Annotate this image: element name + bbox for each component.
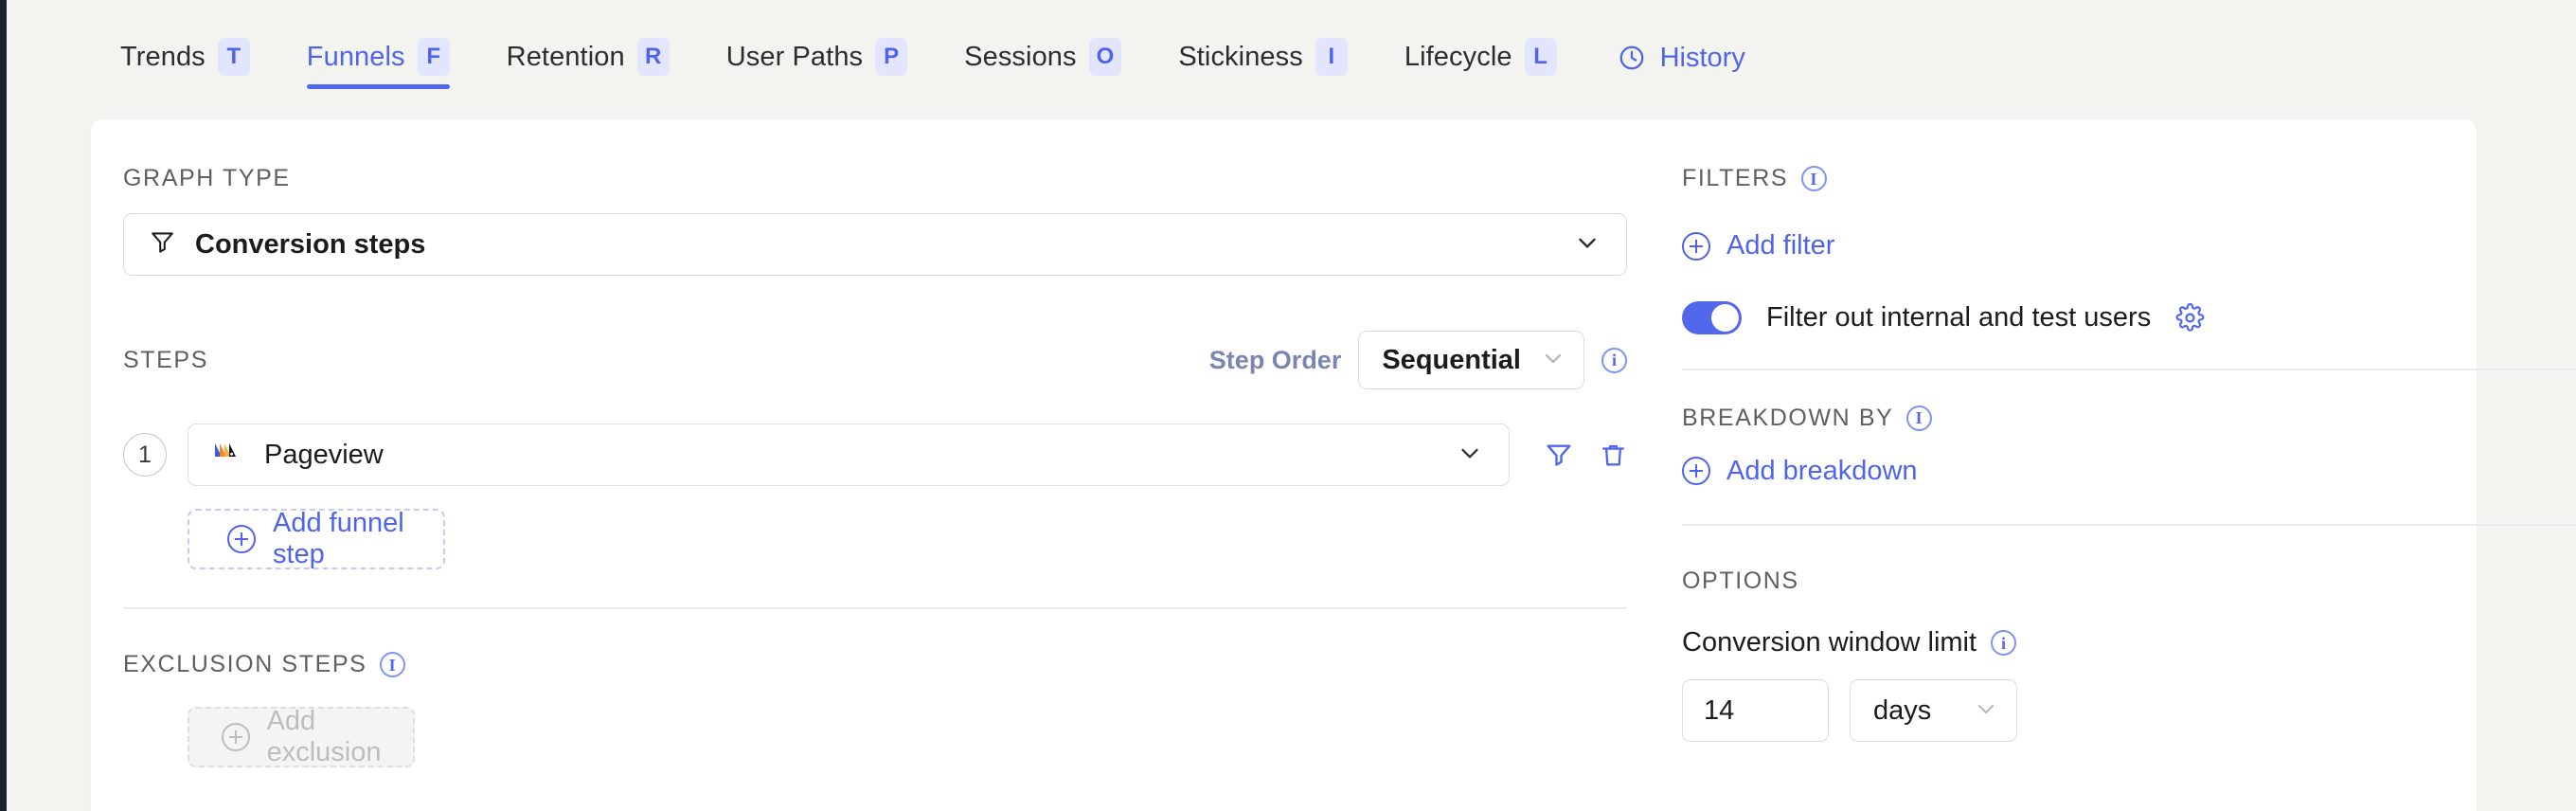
app-sidebar-edge — [0, 0, 7, 811]
step-number-badge: 1 — [123, 433, 167, 477]
filter-internal-users-label: Filter out internal and test users — [1766, 302, 2151, 333]
add-filter-button[interactable]: Add filter — [1682, 230, 1834, 261]
tab-funnels[interactable]: Funnels F — [278, 0, 478, 114]
add-filter-label: Add filter — [1726, 230, 1834, 261]
tab-label: Retention — [507, 42, 625, 73]
filters-info-icon[interactable]: i — [1801, 166, 1827, 191]
exclusion-steps-section-label: EXCLUSION STEPS i — [123, 651, 1628, 678]
insight-filters-card: GRAPH TYPE Conversion steps STEPS Step O… — [91, 119, 2477, 811]
tab-sessions[interactable]: Sessions O — [936, 0, 1150, 114]
filters-label-text: FILTERS — [1682, 165, 1788, 192]
plus-circle-icon — [222, 723, 250, 751]
graph-type-section-label: GRAPH TYPE — [123, 165, 1628, 192]
exclusion-steps-info-icon[interactable]: i — [380, 652, 405, 677]
tab-label: Funnels — [307, 42, 405, 73]
steps-header-row: STEPS Step Order Sequential i — [123, 331, 1627, 389]
conversion-window-value-input[interactable] — [1682, 679, 1829, 742]
filter-internal-users-toggle[interactable] — [1682, 301, 1742, 334]
step-order-label: Step Order — [1209, 346, 1342, 375]
conversion-window-controls: days — [1682, 679, 2576, 742]
insight-type-tabbar: Trends T Funnels F Retention R User Path… — [7, 0, 2576, 114]
graph-type-value: Conversion steps — [195, 229, 425, 261]
gear-icon[interactable] — [2175, 303, 2205, 333]
step-event-select[interactable]: Pageview — [188, 424, 1510, 486]
tab-lifecycle[interactable]: Lifecycle L — [1376, 0, 1585, 114]
tab-shortcut-key: R — [637, 38, 670, 76]
filters-header-row: FILTERS i — [1682, 165, 2576, 206]
toggle-knob — [1711, 304, 1739, 332]
funnel-icon — [149, 228, 176, 261]
tab-retention[interactable]: Retention R — [478, 0, 698, 114]
exclusion-steps-label-text: EXCLUSION STEPS — [123, 651, 367, 678]
conversion-window-limit-label: Conversion window limit i — [1682, 627, 2576, 658]
tab-shortcut-key: O — [1089, 38, 1122, 76]
right-divider-1 — [1682, 369, 2576, 370]
graph-type-select[interactable]: Conversion steps — [123, 213, 1627, 276]
plus-circle-icon — [227, 525, 256, 553]
add-funnel-step-label: Add funnel step — [273, 508, 405, 570]
tab-shortcut-key: F — [418, 38, 450, 76]
chevron-down-icon — [1973, 695, 1999, 727]
step-order-select[interactable]: Sequential — [1358, 331, 1584, 389]
add-exclusion-button: Add exclusion — [188, 707, 415, 767]
tab-shortcut-key: P — [875, 38, 907, 76]
conversion-window-unit-value: days — [1873, 695, 1931, 727]
tab-label: User Paths — [726, 42, 863, 73]
tab-label: Lifecycle — [1404, 42, 1512, 73]
tab-user-paths[interactable]: User Paths P — [698, 0, 936, 114]
left-config-panel: GRAPH TYPE Conversion steps STEPS Step O… — [91, 119, 1628, 811]
tab-shortcut-key: T — [218, 38, 250, 76]
chevron-down-icon — [1456, 439, 1484, 472]
tab-label: Sessions — [964, 42, 1076, 73]
trash-icon[interactable] — [1599, 441, 1628, 470]
step-order-value: Sequential — [1382, 345, 1521, 376]
step-order-info-icon[interactable]: i — [1601, 348, 1627, 373]
filters-section-label: FILTERS i — [1682, 165, 1827, 192]
right-divider-2 — [1682, 524, 2576, 526]
conversion-window-label-text: Conversion window limit — [1682, 627, 1977, 658]
tab-label: Trends — [120, 42, 206, 73]
steps-section-label: STEPS — [123, 347, 208, 374]
options-section-label: OPTIONS — [1682, 568, 2576, 595]
funnel-step-row: 1 Pageview — [123, 424, 1628, 486]
pageview-event-icon — [213, 440, 243, 471]
history-label: History — [1660, 43, 1745, 74]
tab-stickiness[interactable]: Stickiness I — [1150, 0, 1376, 114]
add-breakdown-button[interactable]: Add breakdown — [1682, 456, 1918, 487]
breakdown-label-text: BREAKDOWN BY — [1682, 405, 1893, 432]
chevron-down-icon — [1573, 228, 1601, 261]
breakdown-section-label: BREAKDOWN BY i — [1682, 405, 2576, 432]
filter-icon[interactable] — [1544, 440, 1574, 470]
left-divider — [123, 607, 1627, 609]
chevron-down-icon — [1540, 345, 1566, 376]
step-order-group: Step Order Sequential i — [1209, 331, 1627, 389]
right-config-panel: FILTERS i Add filter Filter out internal… — [1628, 119, 2576, 811]
tab-shortcut-key: L — [1525, 38, 1557, 76]
internal-users-filter-row: Filter out internal and test users — [1682, 301, 2576, 334]
add-exclusion-label: Add exclusion — [267, 706, 382, 768]
tab-trends[interactable]: Trends T — [92, 0, 278, 114]
step-actions — [1544, 440, 1628, 470]
history-button[interactable]: History — [1618, 0, 1745, 114]
conversion-window-info-icon[interactable]: i — [1991, 630, 2016, 656]
conversion-window-unit-select[interactable]: days — [1850, 679, 2017, 742]
breakdown-info-icon[interactable]: i — [1906, 406, 1932, 431]
clock-icon — [1618, 44, 1646, 72]
step-event-name: Pageview — [264, 440, 384, 471]
tab-shortcut-key: I — [1315, 38, 1348, 76]
plus-circle-icon — [1682, 457, 1710, 485]
add-breakdown-label: Add breakdown — [1726, 456, 1918, 487]
plus-circle-icon — [1682, 232, 1710, 261]
tab-label: Stickiness — [1178, 42, 1303, 73]
add-funnel-step-button[interactable]: Add funnel step — [188, 509, 445, 569]
